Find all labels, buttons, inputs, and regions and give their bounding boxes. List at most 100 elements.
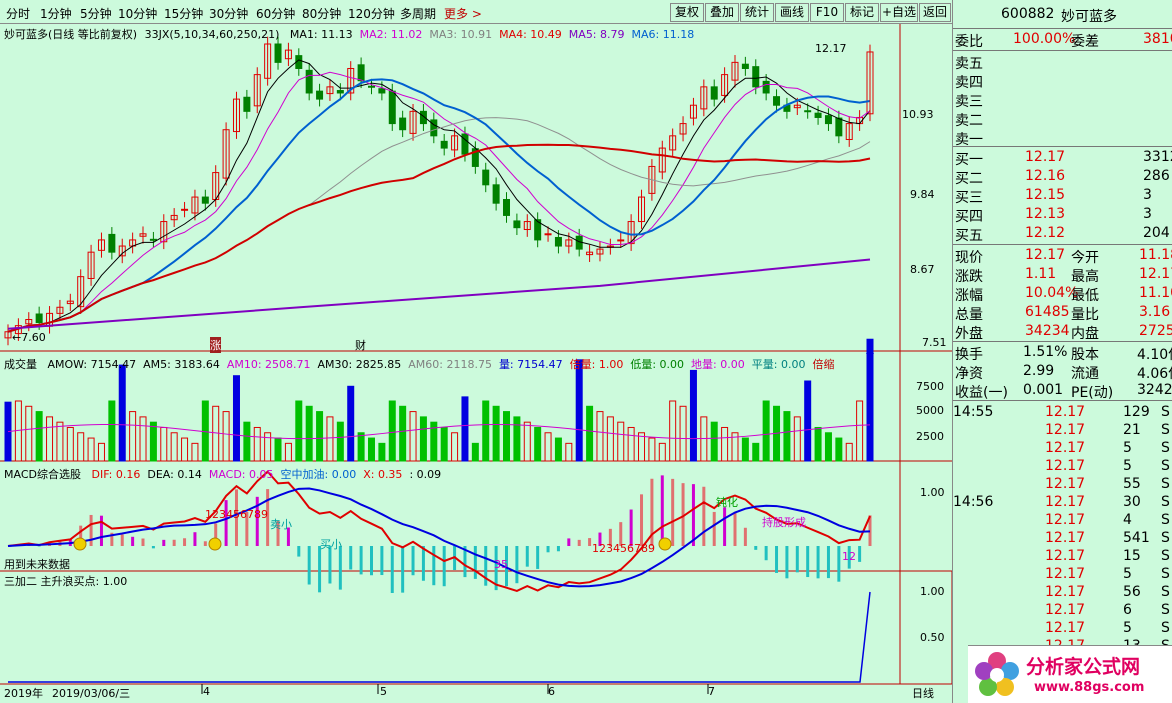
tf-30min[interactable]: 30分钟 (209, 5, 248, 22)
tf-fenshi[interactable]: 分时 (6, 5, 30, 22)
quote-row-cell: 总量 (955, 307, 983, 323)
legend-item: 平量: 0.00 (751, 358, 806, 371)
legend-item: 地量: 0.00 (691, 358, 745, 371)
back-button[interactable]: 返回 (919, 3, 951, 22)
candle-body (503, 199, 511, 216)
sell-row: 卖五 (953, 52, 1172, 72)
legend-item: MA5: 8.79 (568, 28, 625, 41)
buy-row-cell: 12.13 (1025, 206, 1066, 222)
tf-120min[interactable]: 120分钟 (348, 5, 395, 22)
fuquan-button[interactable]: 复权 (670, 3, 704, 22)
tick-row-cell: 5 (1123, 620, 1132, 636)
quote-row: 外盘 34234内盘 27251 (953, 322, 1172, 342)
candle-body (367, 85, 375, 88)
finance-row-cell: 1.51% (1023, 344, 1068, 360)
mark-button[interactable]: 标记 (845, 3, 879, 22)
tf-10min[interactable]: 10分钟 (118, 5, 157, 22)
tick-row-cell: S (1161, 530, 1170, 546)
price-axis-2: 9.84 (910, 188, 935, 201)
tick-row-cell: 12.17 (1045, 440, 1086, 456)
candle-body (752, 66, 760, 88)
candle-body (201, 196, 209, 204)
candle-body (388, 90, 396, 125)
finance-row: 净资 2.99 流通 4.06亿 (953, 362, 1172, 382)
finance-row-cell: 净资 (955, 366, 983, 382)
tick-row-cell: 5 (1123, 458, 1132, 474)
future-data-note: 用到未来数据 (4, 558, 70, 571)
tf-80min[interactable]: 80分钟 (302, 5, 341, 22)
tick-row-cell: 12.17 (1045, 566, 1086, 582)
draw-button[interactable]: 画线 (775, 3, 809, 22)
tick-row: 12.17 5 S (953, 565, 1172, 584)
quote-row-cell: 今开 (1071, 250, 1099, 266)
volume-bar (471, 442, 479, 462)
candle-body (710, 86, 718, 100)
candle-body (544, 233, 552, 236)
buy-row-cell: 买三 (955, 190, 983, 206)
candle-body (399, 117, 407, 131)
quote-row-cell: 最低 (1071, 288, 1099, 304)
overlay-button[interactable]: 叠加 (705, 3, 739, 22)
volume-bar (440, 426, 448, 462)
tick-row-cell: 12.17 (1045, 494, 1086, 510)
period-label[interactable]: 日线 (912, 685, 934, 701)
volume-bar (399, 405, 407, 462)
tick-row-cell: S (1161, 602, 1170, 618)
indicator-name: 33JX(5,10,34,60,250,21) (144, 28, 280, 41)
candle-body (378, 88, 386, 94)
candle-body (617, 239, 625, 242)
tick-row: 12.17 541 S (953, 529, 1172, 548)
sell-row: 卖二 (953, 109, 1172, 129)
legend-item: MA4: 10.49 (499, 28, 562, 41)
tick-row: 12.17 5 S (953, 619, 1172, 638)
more-button[interactable]: 更多 > (444, 5, 482, 22)
legend-item: 倍缩 (812, 358, 835, 371)
quote-row-cell: 11.18 (1139, 247, 1172, 263)
quote-row-cell: 量比 (1071, 307, 1099, 323)
volume-bar (419, 416, 427, 462)
tick-row: 12.17 15 S (953, 547, 1172, 566)
tick-row-cell: S (1161, 404, 1170, 420)
sell-row-cell: 卖五 (955, 56, 983, 72)
candle-body (513, 220, 521, 229)
tf-60min[interactable]: 60分钟 (256, 5, 295, 22)
f10-button[interactable]: F10 (810, 3, 844, 22)
chart-area[interactable]: 妙可蓝多(日线 等比前复权) 33JX(5,10,34,60,250,21) M… (0, 24, 952, 703)
sanjia-axis-1: 1.00 (920, 585, 945, 598)
volume-bar (866, 338, 874, 462)
volume-bar (378, 442, 386, 462)
legend-item: AM30: 2825.85 (317, 358, 402, 371)
tick-row-cell: S (1161, 566, 1170, 582)
tick-row-cell: 15 (1123, 548, 1141, 564)
tick-row-cell: S (1161, 512, 1170, 528)
stock-code: 600882 (1001, 6, 1055, 22)
add-watch-button[interactable]: +自选 (880, 3, 918, 22)
finance-row-cell: 收益(一) (955, 385, 1008, 401)
tick-row: 12.17 4 S (953, 511, 1172, 530)
candle-body (804, 110, 812, 113)
tf-multi[interactable]: 多周期 (400, 5, 436, 22)
tick-row-cell: S (1161, 548, 1170, 564)
stats-button[interactable]: 统计 (740, 3, 774, 22)
buy-row: 买二 12.16 286 (953, 167, 1172, 187)
flower-icon (975, 652, 1019, 696)
volume-bar (35, 411, 43, 462)
buy-row-cell: 买四 (955, 209, 983, 225)
ma-legend: MA1: 11.13 MA2: 11.02 MA3: 10.91 MA4: 10.49… (283, 28, 694, 41)
buy-row-cell: 12.16 (1025, 168, 1066, 184)
quote-row-cell: 3.16 (1139, 304, 1171, 320)
candle-body (35, 313, 43, 324)
quote-row-cell: 34234 (1025, 323, 1070, 339)
legend-item: AM60: 2118.75 (408, 358, 492, 371)
volume-bar (503, 411, 511, 462)
tf-5min[interactable]: 5分钟 (80, 5, 112, 22)
stock-title: 600882 妙可蓝多 (953, 5, 1172, 25)
tick-row: 12.17 5 S (953, 439, 1172, 458)
tf-1min[interactable]: 1分钟 (40, 5, 72, 22)
tick-row: 14:56 12.17 30 S (953, 493, 1172, 512)
candle-body (149, 238, 157, 241)
tf-15min[interactable]: 15分钟 (164, 5, 203, 22)
volume-bar (586, 405, 594, 462)
candle-body (274, 43, 282, 63)
tick-row-cell: 12.17 (1045, 548, 1086, 564)
